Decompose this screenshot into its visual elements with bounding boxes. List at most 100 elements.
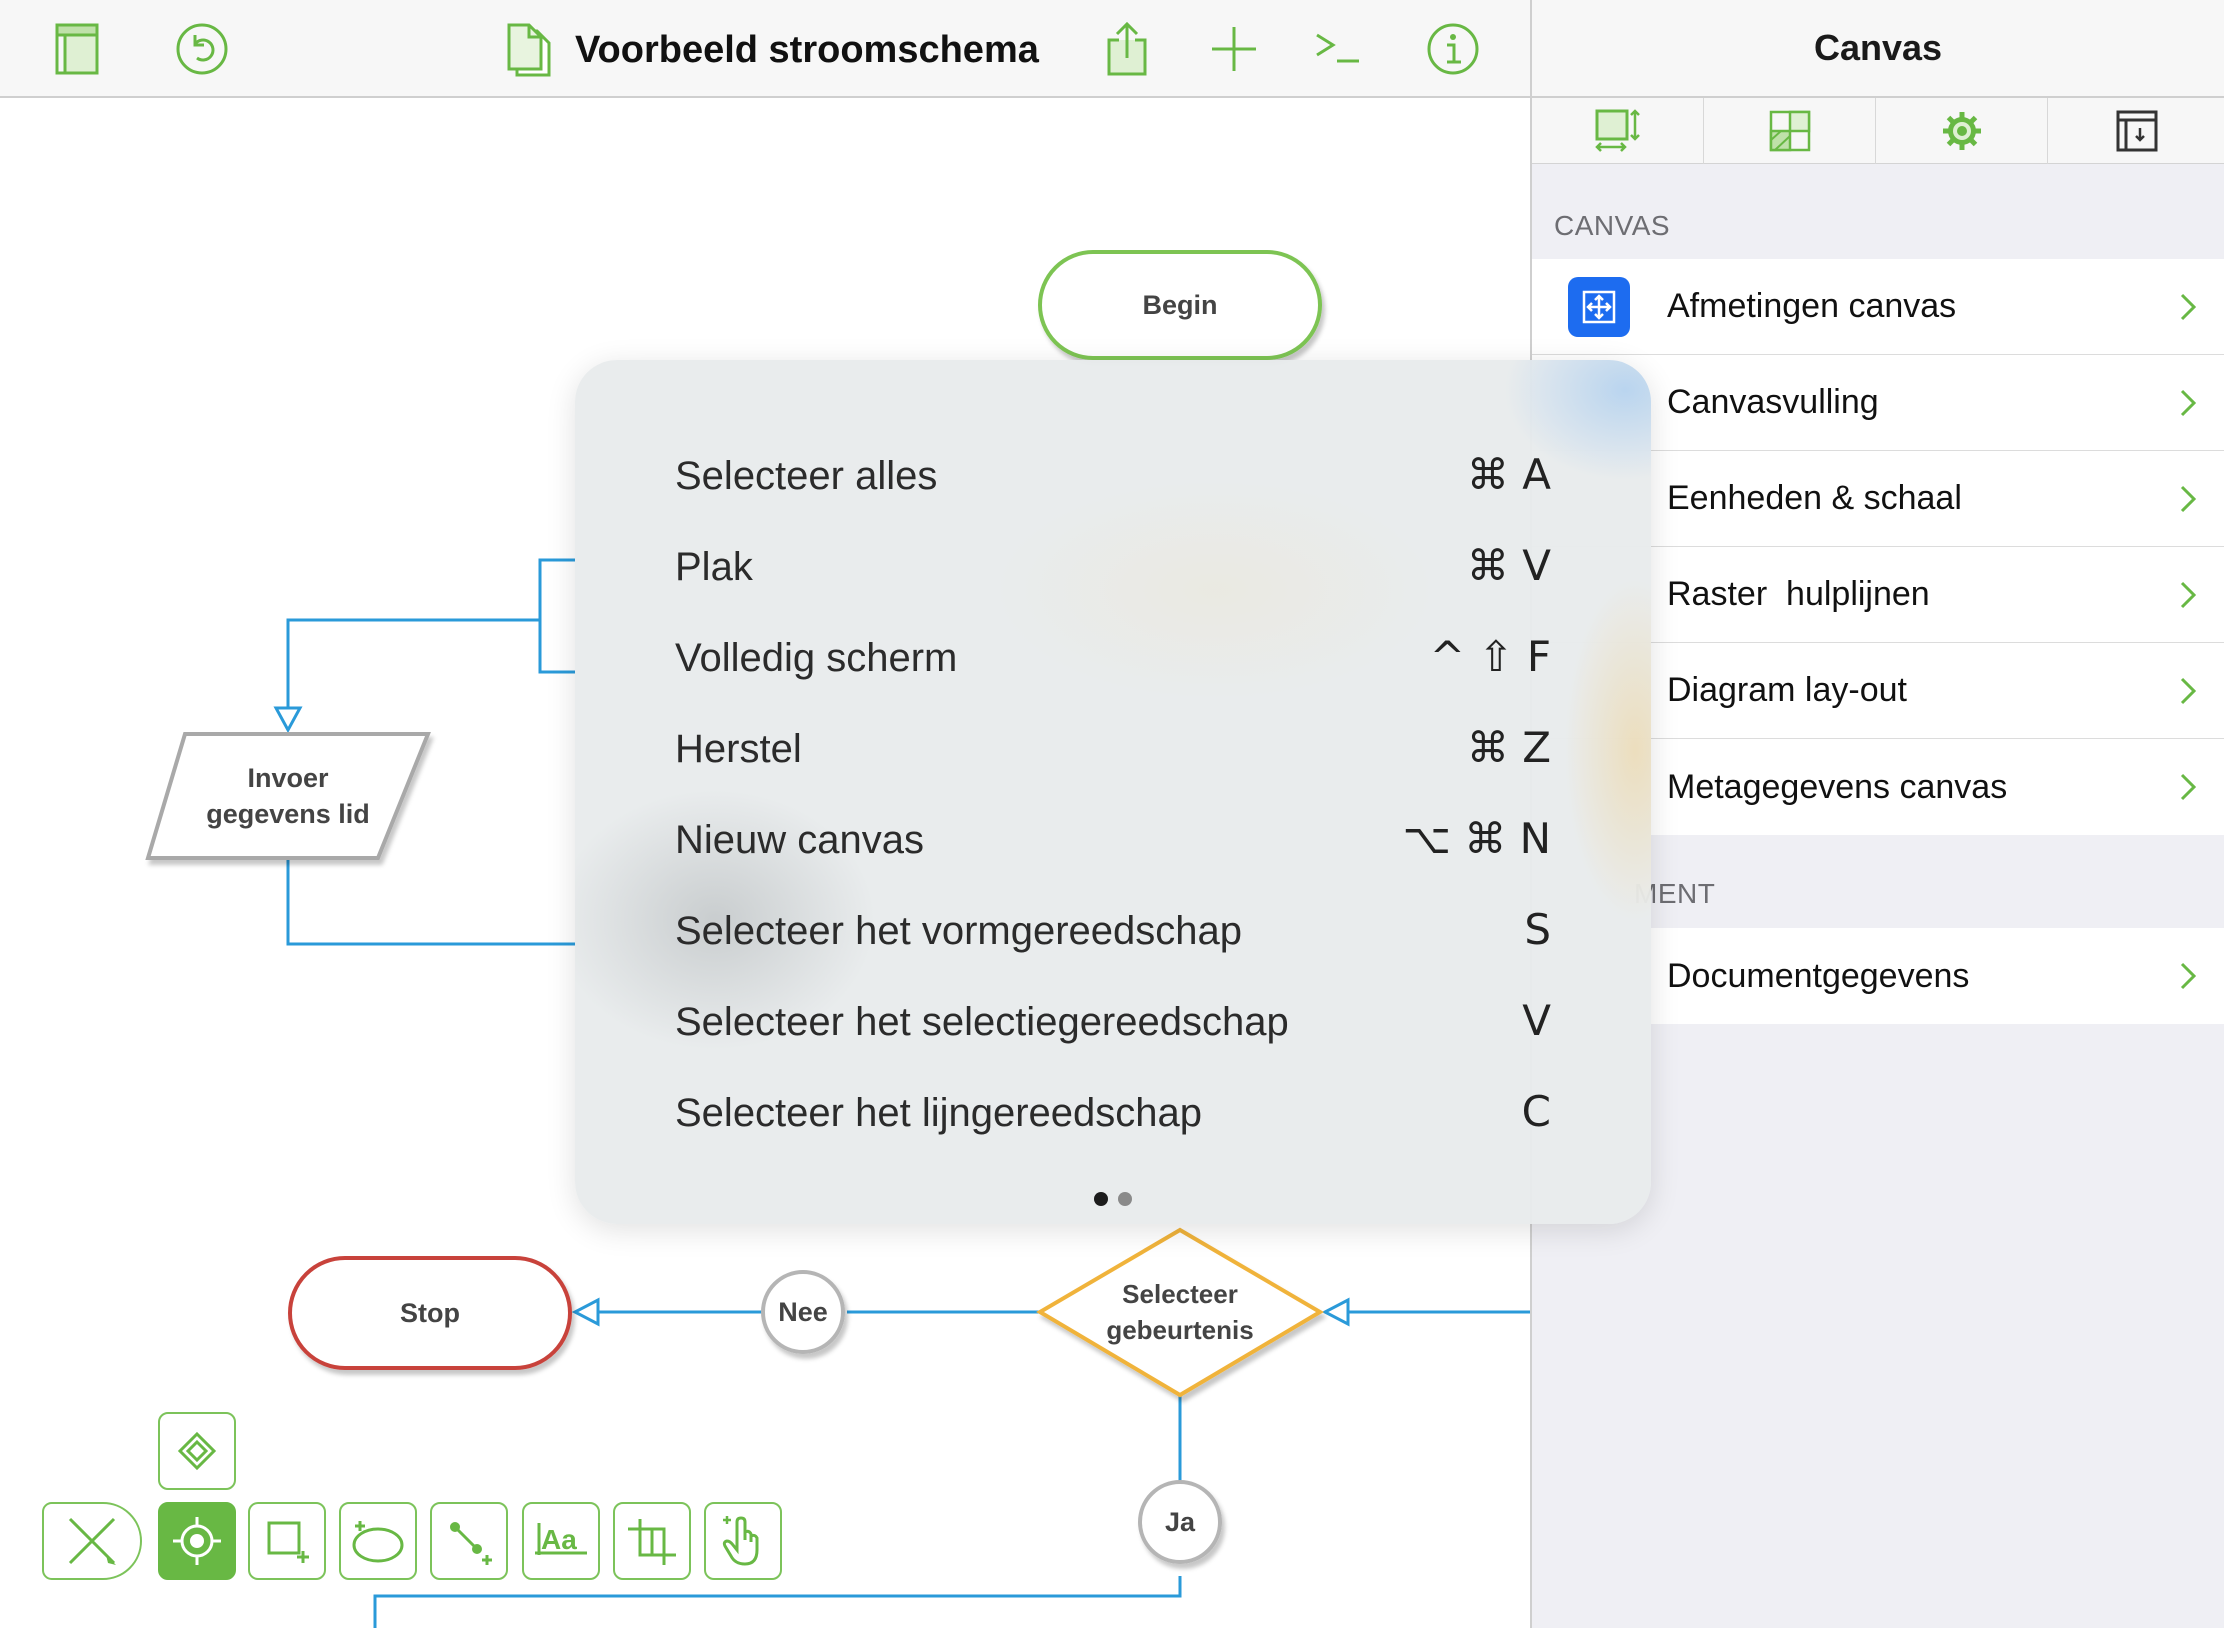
- add-button[interactable]: [1199, 14, 1269, 84]
- row-label: Canvasvulling: [1667, 383, 1879, 421]
- tab-canvas-size[interactable]: [1532, 98, 1704, 164]
- svg-text:Aa: Aa: [541, 1524, 577, 1555]
- shortcut-keys: C: [1521, 1087, 1551, 1136]
- tool-selection[interactable]: [158, 1502, 236, 1580]
- shortcut-row: Herstel ⌘ Z: [675, 719, 1551, 779]
- shortcut-keys: ⌘ Z: [1466, 723, 1551, 772]
- row-label: Metagegevens canvas: [1667, 767, 2008, 806]
- connector-yes-down: [373, 1576, 1182, 1628]
- shortcut-label: Plak: [675, 544, 753, 589]
- freehand-tool-icon: [352, 1521, 404, 1563]
- document-title-group[interactable]: Voorbeeld stroomschema: [505, 22, 1039, 78]
- section-canvas-label: CANVAS: [1554, 210, 1671, 241]
- shortcut-label: Selecteer alles: [675, 453, 938, 498]
- tab-document[interactable]: [2048, 98, 2224, 164]
- connector-bracket: [538, 558, 575, 674]
- settings-gear-icon: [1942, 112, 1981, 150]
- shortcut-keys: ⌘ A: [1466, 450, 1551, 499]
- line-tool-icon: [450, 1522, 492, 1565]
- tool-style-toggle[interactable]: [158, 1412, 236, 1490]
- chevron-right-icon: [2180, 293, 2196, 321]
- shape-tool-icon: [267, 1521, 309, 1563]
- undo-icon: [176, 23, 228, 75]
- decision-label-line-2: gebeurtenis: [1106, 1315, 1254, 1345]
- tool-shape[interactable]: [248, 1502, 326, 1580]
- shortcut-label: Nieuw canvas: [675, 817, 925, 862]
- row-canvas-size[interactable]: Afmetingen canvas: [1532, 259, 2224, 355]
- shortcut-keys: V: [1522, 996, 1551, 1045]
- arrowhead-input: [273, 706, 303, 734]
- tool-crop[interactable]: [613, 1502, 691, 1580]
- tab-settings[interactable]: [1876, 98, 2048, 164]
- inspector-tabs: [1532, 98, 2224, 164]
- page-indicator[interactable]: [575, 1192, 1651, 1206]
- canvas-fill-tab-icon: [1769, 110, 1810, 152]
- shortcut-row: Selecteer het selectiegereedschap V: [675, 992, 1551, 1052]
- arrowhead-stop: [571, 1297, 600, 1327]
- tool-text[interactable]: Aa: [522, 1502, 600, 1580]
- shortcut-label: Selecteer het lijngereedschap: [675, 1090, 1203, 1135]
- no-label: Nee: [778, 1297, 828, 1327]
- keyboard-shortcuts-overlay: Selecteer alles ⌘ A Plak ⌘ V Volledig sc…: [575, 360, 1651, 1224]
- tab-canvas-fill[interactable]: [1704, 98, 1876, 164]
- decision-label: Selecteer gebeurtenis: [1040, 1276, 1320, 1348]
- shortcut-keys: ^ ⇧ F: [1429, 632, 1551, 681]
- share-icon: [1107, 21, 1147, 76]
- diamond-style-icon: [177, 1431, 217, 1471]
- tool-style-pencil[interactable]: [42, 1502, 142, 1580]
- undo-button[interactable]: [167, 14, 237, 84]
- style-pencil-icon: [68, 1517, 116, 1565]
- tool-hand[interactable]: [704, 1502, 782, 1580]
- automation-console-button[interactable]: [1303, 14, 1373, 84]
- begin-label: Begin: [1142, 290, 1218, 320]
- chevron-right-icon: [2180, 389, 2196, 417]
- shortcut-row: Volledig scherm ^ ⇧ F: [675, 628, 1551, 688]
- chevron-right-icon: [2180, 485, 2196, 513]
- shortcut-row: Selecteer het lijngereedschap C: [675, 1083, 1551, 1143]
- chevron-right-icon: [2180, 773, 2196, 801]
- canvas-size-badge: [1568, 277, 1630, 337]
- info-icon: [1427, 23, 1479, 75]
- row-label: Documentgegevens: [1667, 956, 1970, 995]
- crop-tool-icon: [628, 1519, 676, 1565]
- terminal-prompt-icon: [1316, 33, 1359, 63]
- row-label: Diagram lay-out: [1667, 671, 1907, 709]
- document-title: Voorbeeld stroomschema: [575, 28, 1039, 71]
- document-tab-icon: [2116, 110, 2158, 152]
- chevron-right-icon: [2180, 962, 2196, 990]
- connector-to-input: [286, 618, 540, 710]
- shortcut-row: Selecteer alles ⌘ A: [675, 446, 1551, 506]
- decision-label-line-1: Selecteer: [1122, 1279, 1238, 1309]
- yes-label: Ja: [1164, 1507, 1196, 1537]
- connector-from-input: [286, 860, 575, 946]
- tool-freehand[interactable]: [339, 1502, 417, 1580]
- selection-tool-icon: [173, 1517, 221, 1565]
- row-label: Eenheden & schaal: [1667, 479, 1962, 517]
- plus-icon: [1212, 27, 1256, 71]
- inspector-title: Canvas: [1813, 27, 1943, 68]
- shortcut-row: Selecteer het vormgereedschap S: [675, 901, 1551, 961]
- document-toolbar: Voorbeeld stroomschema: [0, 0, 1530, 98]
- row-label: Afmetingen canvas: [1667, 287, 1957, 325]
- info-button[interactable]: [1418, 14, 1488, 84]
- hand-tool-icon: [722, 1516, 759, 1566]
- page-dot[interactable]: [1094, 1192, 1108, 1206]
- page-dot[interactable]: [1118, 1192, 1132, 1206]
- stop-label: Stop: [400, 1298, 460, 1328]
- input-label: Invoer gegevens lid: [148, 760, 428, 832]
- input-label-line-2: gegevens lid: [206, 799, 370, 829]
- input-label-line-1: Invoer: [247, 763, 329, 793]
- sidebar-toggle-button[interactable]: [42, 14, 112, 84]
- shortcut-keys: ⌥ ⌘ N: [1402, 814, 1551, 863]
- shortcut-row: Nieuw canvas ⌥ ⌘ N: [675, 810, 1551, 870]
- chevron-right-icon: [2180, 581, 2196, 609]
- share-button[interactable]: [1092, 14, 1162, 84]
- chevron-right-icon: [2180, 677, 2196, 705]
- row-label: Raster hulplijnen: [1667, 575, 1930, 613]
- shortcut-label: Volledig scherm: [675, 635, 958, 680]
- shortcut-row: Plak ⌘ V: [675, 537, 1551, 597]
- shortcut-keys: S: [1524, 905, 1551, 954]
- tool-line[interactable]: [430, 1502, 508, 1580]
- move-arrows-icon: [1582, 290, 1616, 324]
- shortcut-label: Selecteer het selectiegereedschap: [675, 999, 1289, 1044]
